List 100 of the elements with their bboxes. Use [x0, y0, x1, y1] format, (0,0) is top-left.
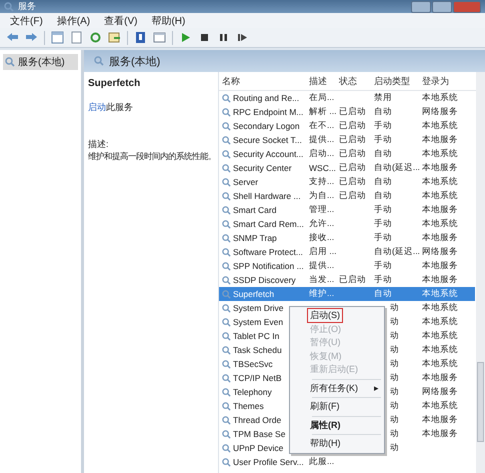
table-cell: 动 — [390, 442, 399, 452]
minimize-button[interactable] — [411, 0, 431, 12]
table-cell-text: 本地系统 — [422, 92, 459, 104]
panel-icon[interactable] — [51, 31, 64, 44]
table-cell-text: 解析 ... — [309, 106, 338, 118]
pause-icon[interactable] — [217, 31, 230, 44]
table-cell-text: 已启动 — [339, 162, 367, 174]
table-cell: Software Protect... — [233, 247, 303, 257]
table-cell-text: 手动 — [374, 204, 393, 216]
table-cell-text: 网络服务 — [422, 246, 459, 258]
table-cell: SPP Notification ... — [233, 261, 304, 271]
table-cell: Security Account... — [233, 149, 304, 159]
table-cell-text: 本地系统 — [422, 120, 459, 132]
submenu-arrow: ▸ — [374, 383, 379, 394]
table-cell-text: 自动 — [374, 288, 393, 300]
table-cell-text: 允许... — [309, 218, 336, 230]
play-icon[interactable] — [179, 31, 192, 44]
table-cell: Server — [233, 177, 258, 187]
menu-item[interactable]: 所有任务(K) ▸ — [290, 382, 384, 395]
restart-icon[interactable] — [236, 31, 249, 44]
description-label: 描述: — [88, 138, 110, 151]
table-cell-text: 本地服务 — [422, 274, 459, 286]
table-cell-text: 自动 — [374, 106, 393, 118]
menu-item[interactable]: 属性(R) — [290, 418, 384, 432]
table-cell-text: 已启动 — [339, 274, 367, 286]
menu-item[interactable]: 刷新(F) — [290, 400, 384, 414]
table-cell-text: 管理... — [309, 204, 336, 216]
column-header[interactable]: 名称 — [222, 74, 309, 88]
table-cell-text: 手动 — [374, 134, 393, 146]
table-cell: 动 — [390, 400, 399, 410]
table-cell-text: 自动 — [374, 148, 393, 160]
table-cell-text: 在局... — [309, 92, 336, 104]
start-link[interactable]: 启动 — [88, 102, 106, 112]
description-text: 维护和提高一段时间内的系统性能。 — [88, 151, 214, 162]
selected-row[interactable]: Superfetch 维护... 自动 本地系统 — [219, 287, 475, 301]
table-cell-text: 手动 — [374, 120, 393, 132]
table-cell-text: 提供... — [309, 134, 336, 146]
tree-item[interactable]: 服务(本地) — [3, 54, 78, 70]
table-cell: TCP/IP NetB — [233, 373, 282, 383]
table-cell-text: 本地服务 — [422, 204, 459, 216]
table-cell-text: 本地系统 — [422, 288, 459, 300]
table-cell-text: 本地服务 — [422, 162, 459, 174]
table-cell: TPM Base Se — [233, 429, 286, 439]
table-cell-text: 已启动 — [339, 120, 367, 132]
action-text: 启动此服务 — [88, 101, 134, 114]
table-cell-text: 启动... — [309, 148, 336, 160]
back-arrow-icon[interactable] — [6, 31, 19, 44]
stop-icon[interactable] — [198, 31, 211, 44]
table-cell: Secondary Logon — [233, 121, 300, 131]
column-header[interactable]: 描述 — [309, 74, 339, 88]
table-cell: User Profile Serv... — [233, 457, 304, 467]
menu-item[interactable]: 帮助(H) — [151, 14, 186, 28]
table-cell: Thread Orde — [233, 415, 282, 425]
table-cell: 动 — [390, 330, 399, 340]
table-cell-text: 禁用 — [374, 92, 393, 104]
table-cell-text: 本地系统 — [422, 218, 459, 230]
maximize-button[interactable] — [432, 0, 452, 12]
menu-item[interactable]: 查看(V) — [104, 14, 138, 28]
forward-arrow-icon[interactable] — [25, 31, 38, 44]
table-cell: 动 — [390, 386, 399, 396]
service-name: Superfetch — [88, 78, 142, 89]
export-icon[interactable] — [108, 31, 121, 44]
table-cell: UPnP Device — [233, 443, 284, 453]
table-cell: Secure Socket T... — [233, 135, 302, 145]
scrollbar[interactable] — [476, 72, 485, 473]
table-cell: 动 — [390, 414, 399, 424]
table-cell-text: 本地服务 — [422, 414, 459, 426]
table-cell-text: 本地服务 — [422, 428, 459, 440]
table-cell-text: 提供... — [309, 260, 336, 272]
table-cell: Smart Card — [233, 205, 276, 215]
menu-item[interactable]: 文件(F) — [10, 14, 43, 28]
menu-item[interactable]: 启动(S) — [290, 309, 384, 322]
table-cell-text: 本地系统 — [422, 316, 459, 328]
table-cell: Task Schedu — [233, 345, 282, 355]
table-cell-text: 自动 — [374, 190, 393, 202]
table-cell: 动 — [390, 302, 399, 312]
table-cell-text: 接收... — [309, 232, 336, 244]
menu-item[interactable]: 操作(A) — [56, 14, 90, 28]
table-cell: Themes — [233, 401, 264, 411]
column-header[interactable]: 登录为 — [422, 74, 464, 88]
table-cell-text: 本地服务 — [422, 372, 459, 384]
table-cell-text: 本地系统 — [422, 176, 459, 188]
column-header[interactable]: 状态 — [339, 74, 374, 88]
table-cell-text: 本地系统 — [422, 344, 459, 356]
table-cell-text: 此服... — [309, 456, 336, 468]
table-cell-text: 本地系统 — [422, 358, 459, 370]
table-cell-text: 自动 — [374, 176, 393, 188]
table-cell-text: 维护... — [309, 288, 336, 300]
menu-item[interactable]: 帮助(H) — [290, 437, 384, 450]
column-header[interactable]: 启动类型 — [374, 74, 422, 88]
table-cell: System Even — [233, 317, 284, 327]
table-cell: 动 — [390, 372, 399, 382]
table-cell-text: 启用 ... — [309, 246, 338, 258]
table-cell: Security Center — [233, 163, 292, 173]
table-cell-text: 本地系统 — [422, 148, 459, 160]
table-cell-text: 本地系统 — [422, 400, 459, 412]
table-cell-text: 本地系统 — [422, 330, 459, 342]
table-cell: TBSecSvc — [233, 359, 273, 369]
table-cell-text: 手动 — [374, 260, 393, 272]
page-icon[interactable] — [70, 31, 83, 44]
